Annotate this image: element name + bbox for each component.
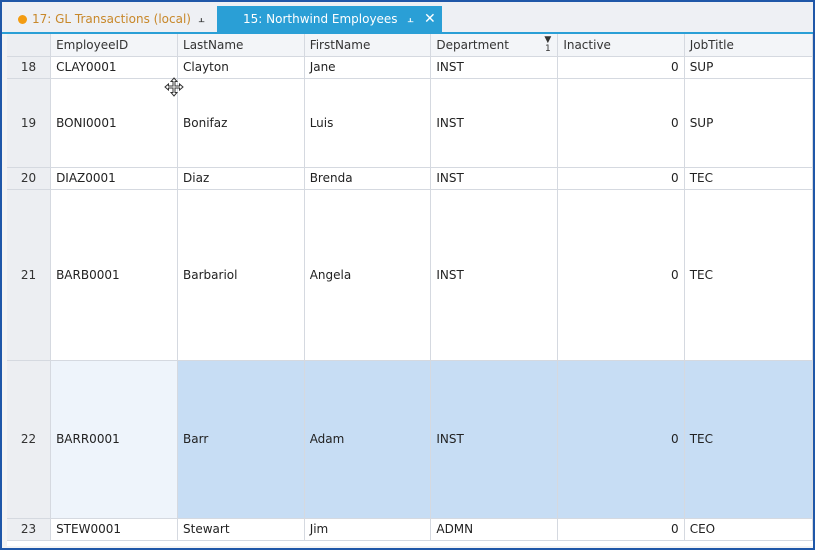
header-row: EmployeeID LastName FirstName Department… bbox=[7, 34, 813, 57]
cell-department[interactable]: INST bbox=[430, 189, 559, 361]
row-number[interactable]: 21 bbox=[7, 189, 52, 361]
table-row[interactable]: 19 BONI0001 Bonifaz Luis INST 0 SUP bbox=[7, 78, 813, 168]
cell-firstname[interactable]: Brenda bbox=[304, 167, 432, 190]
cell-inactive[interactable]: 0 bbox=[557, 189, 685, 361]
cell-lastname[interactable]: Barbariol bbox=[177, 189, 305, 361]
table-row[interactable]: 18 CLAY0001 Clayton Jane INST 0 SUP bbox=[7, 56, 813, 79]
cell-firstname[interactable]: Jane bbox=[304, 56, 432, 79]
cell-employeeid[interactable]: CLAY0001 bbox=[50, 56, 179, 79]
cell-department[interactable]: INST bbox=[430, 167, 559, 190]
cell-lastname[interactable]: Bonifaz bbox=[177, 78, 305, 168]
cell-inactive[interactable]: 0 bbox=[557, 167, 685, 190]
table-row[interactable]: 20 DIAZ0001 Diaz Brenda INST 0 TEC bbox=[7, 167, 813, 190]
cell-department[interactable]: ADMN bbox=[430, 518, 559, 541]
cell-firstname[interactable]: Jim bbox=[304, 518, 432, 541]
row-number[interactable]: 23 bbox=[7, 518, 52, 541]
cell-jobtitle[interactable]: SUP bbox=[684, 56, 813, 79]
tab-label: 15: Northwind Employees bbox=[243, 12, 398, 26]
tab-northwind-employees[interactable]: 15: Northwind Employees ⫠ ✕ bbox=[217, 6, 442, 32]
close-icon[interactable]: ✕ bbox=[424, 11, 436, 27]
cell-jobtitle[interactable]: TEC bbox=[684, 167, 813, 190]
cell-employeeid[interactable]: STEW0001 bbox=[50, 518, 179, 541]
cell-inactive[interactable]: 0 bbox=[557, 518, 685, 541]
cell-department[interactable]: INST bbox=[430, 56, 559, 79]
column-header-lastname[interactable]: LastName bbox=[177, 34, 305, 57]
cell-inactive[interactable]: 0 bbox=[557, 360, 685, 519]
cell-jobtitle[interactable]: CEO bbox=[684, 518, 813, 541]
tab-label: 17: GL Transactions (local) bbox=[32, 12, 191, 26]
cell-inactive[interactable]: 0 bbox=[557, 78, 685, 168]
cell-employeeid[interactable]: DIAZ0001 bbox=[50, 167, 179, 190]
column-header-employeeid[interactable]: EmployeeID bbox=[50, 34, 179, 57]
cell-employeeid[interactable]: BONI0001 bbox=[50, 78, 179, 168]
cell-employeeid[interactable]: BARB0001 bbox=[50, 189, 179, 361]
row-number[interactable]: 22 bbox=[7, 360, 52, 519]
tab-gl-transactions[interactable]: 17: GL Transactions (local) ⫠ bbox=[10, 6, 215, 32]
document-tab-strip: 17: GL Transactions (local) ⫠ 15: Northw… bbox=[2, 2, 813, 34]
cell-department[interactable]: INST bbox=[430, 78, 559, 168]
filter-count: 1 bbox=[544, 44, 551, 54]
cell-firstname[interactable]: Adam bbox=[304, 360, 432, 519]
app-window: 17: GL Transactions (local) ⫠ 15: Northw… bbox=[0, 0, 815, 550]
column-header-department[interactable]: Department ▼ 1 bbox=[430, 34, 559, 57]
pin-icon[interactable]: ⫠ bbox=[198, 12, 205, 26]
cell-firstname[interactable]: Luis bbox=[304, 78, 432, 168]
cell-jobtitle[interactable]: TEC bbox=[684, 360, 813, 519]
data-grid[interactable]: EmployeeID LastName FirstName Department… bbox=[7, 34, 813, 546]
column-header-inactive[interactable]: Inactive bbox=[557, 34, 685, 57]
table-row[interactable]: 23 STEW0001 Stewart Jim ADMN 0 CEO bbox=[7, 518, 813, 541]
cell-employeeid[interactable]: BARR0001 bbox=[50, 360, 179, 519]
column-header-jobtitle[interactable]: JobTitle bbox=[684, 34, 813, 57]
cell-inactive[interactable]: 0 bbox=[557, 56, 685, 79]
cell-jobtitle[interactable]: SUP bbox=[684, 78, 813, 168]
cell-lastname[interactable]: Stewart bbox=[177, 518, 305, 541]
cell-lastname[interactable]: Diaz bbox=[177, 167, 305, 190]
unsaved-dot-icon bbox=[18, 14, 27, 24]
move-cursor-icon bbox=[164, 77, 184, 97]
filter-icon[interactable]: ▼ 1 bbox=[544, 36, 551, 54]
row-number-header[interactable] bbox=[7, 34, 52, 57]
column-header-label: Department bbox=[436, 37, 509, 52]
row-number[interactable]: 19 bbox=[7, 78, 52, 168]
table-row-selected[interactable]: 22 BARR0001 Barr Adam INST 0 TEC bbox=[7, 360, 813, 519]
column-header-firstname[interactable]: FirstName bbox=[304, 34, 432, 57]
cell-department[interactable]: INST bbox=[430, 360, 559, 519]
pin-icon[interactable]: ⫠ bbox=[407, 12, 414, 26]
cell-lastname[interactable]: Barr bbox=[177, 360, 305, 519]
cell-firstname[interactable]: Angela bbox=[304, 189, 432, 361]
cell-lastname[interactable]: Clayton bbox=[177, 56, 305, 79]
employees-table: EmployeeID LastName FirstName Department… bbox=[7, 34, 813, 541]
row-number[interactable]: 20 bbox=[7, 167, 52, 190]
table-row[interactable]: 21 BARB0001 Barbariol Angela INST 0 TEC bbox=[7, 189, 813, 361]
row-number[interactable]: 18 bbox=[7, 56, 52, 79]
cell-jobtitle[interactable]: TEC bbox=[684, 189, 813, 361]
